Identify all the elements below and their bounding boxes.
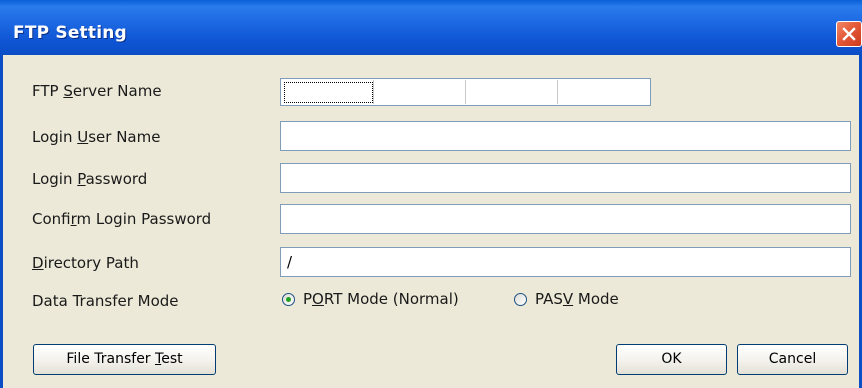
label-text: ser Name [88,128,161,146]
login-password-label: Login Password [32,170,147,188]
ip-octet-1[interactable] [282,80,373,104]
cancel-button[interactable]: Cancel [737,344,848,375]
close-icon [842,27,856,41]
focus-rect [284,82,373,103]
close-button[interactable] [836,21,862,47]
pasv-mode-label: PASV Mode [535,290,619,308]
label-text: erver Name [72,82,162,100]
label-text: PAS [535,290,563,308]
label-text: m Login Password [76,210,212,228]
title-bar[interactable]: FTP Setting [0,0,862,55]
port-mode-radio[interactable]: PORT Mode (Normal) [282,290,459,308]
label-accesskey: D [32,254,44,272]
ftp-setting-dialog: FTP Setting FTP Server Name Login User N… [0,0,862,388]
data-transfer-mode-label: Data Transfer Mode [32,292,179,310]
label-accesskey: V [562,290,574,308]
ftp-server-ip-field [280,78,651,106]
label-text: Login [32,170,78,188]
label-text: Confi [32,210,71,228]
window-title: FTP Setting [13,23,127,43]
button-text: est [161,351,183,367]
label-accesskey: S [63,82,73,100]
label-text: RT Mode (Normal) [323,290,459,308]
pasv-mode-radio[interactable]: PASV Mode [514,290,619,308]
directory-path-label: Directory Path [32,254,139,272]
ip-octet-4[interactable] [558,80,649,104]
label-text: assword [85,170,148,188]
confirm-login-password-label: Confirm Login Password [32,210,211,228]
label-accesskey: P [77,170,86,188]
login-user-name-input[interactable] [280,121,851,151]
window-frame-left [0,55,3,388]
login-user-name-label: Login User Name [32,128,160,146]
radio-selected-icon [282,292,295,306]
ok-button[interactable]: OK [616,344,727,375]
file-transfer-test-button[interactable]: File Transfer Test [33,344,216,375]
label-accesskey: O [312,290,324,308]
port-mode-label: PORT Mode (Normal) [303,290,459,308]
ftp-server-name-label: FTP Server Name [32,82,162,100]
login-password-input[interactable] [280,163,851,193]
confirm-login-password-input[interactable] [280,204,851,234]
label-text: Mode [573,290,619,308]
radio-dot [286,296,291,302]
label-text: P [303,290,313,308]
radio-unselected-icon [514,292,527,306]
directory-path-input[interactable]: / [280,247,851,277]
label-text: irectory Path [43,254,139,272]
ip-octet-3[interactable] [466,80,557,104]
label-accesskey: U [77,128,89,146]
label-text: FTP [32,82,64,100]
ip-octet-2[interactable] [374,80,465,104]
label-text: Login [32,128,78,146]
button-text: File Transfer [66,351,156,367]
